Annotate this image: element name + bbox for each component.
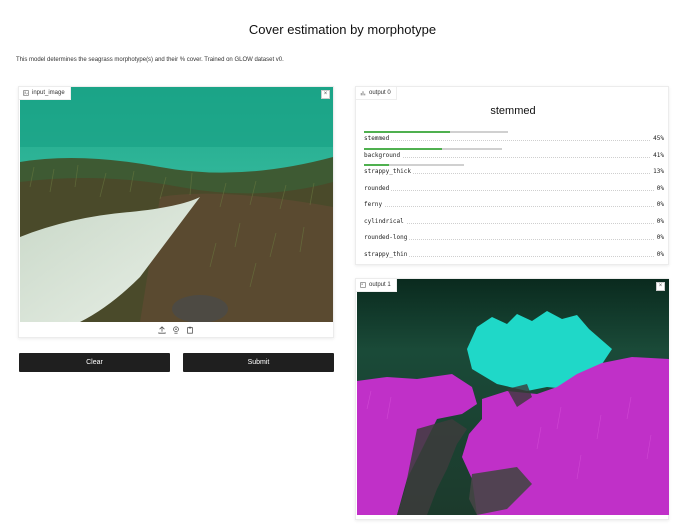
confidence-label: strappy_thin: [364, 250, 410, 258]
confidence-leader: [364, 140, 664, 141]
confidence-label: background: [364, 151, 403, 159]
confidence-label: cylindrical: [364, 217, 406, 225]
confidence-value: 0%: [654, 217, 664, 225]
submit-button[interactable]: Submit: [183, 353, 334, 372]
input-image-label: input_image: [19, 87, 71, 100]
confidence-value: 0%: [654, 184, 664, 192]
confidence-row: background 41%: [364, 146, 664, 163]
input-image-label-text: input_image: [32, 90, 65, 96]
input-image[interactable]: [20, 87, 333, 322]
confidence-leader: [364, 222, 664, 224]
confidence-bar: [364, 147, 502, 150]
webcam-icon[interactable]: [172, 326, 180, 334]
image-icon: [23, 90, 29, 96]
confidence-label: strappy_thick: [364, 168, 413, 175]
confidence-leader: [364, 189, 664, 191]
output-1-label-text: output 1: [369, 282, 391, 288]
confidence-row: cylindrical 0%: [364, 212, 664, 229]
output-1-label: output 1: [356, 279, 397, 292]
confidence-value: 45%: [651, 135, 664, 142]
output-0-label-text: output 0: [369, 90, 391, 96]
clear-output-button[interactable]: ×: [656, 282, 665, 291]
confidence-bar-fill: [364, 147, 442, 150]
clear-button[interactable]: Clear: [19, 353, 170, 372]
segmentation-image: [357, 279, 669, 515]
confidence-leader: [364, 156, 664, 158]
upload-icon[interactable]: [158, 326, 166, 334]
confidence-value: 13%: [651, 168, 664, 175]
confidence-row: rounded-long 0%: [364, 228, 664, 245]
confidence-row: stemmed 45%: [364, 129, 664, 146]
confidence-label: rounded-long: [364, 234, 410, 241]
input-image-panel[interactable]: input_image ×: [18, 86, 334, 338]
confidence-label: ferny: [364, 201, 385, 208]
confidence-bar: [364, 131, 508, 133]
confidence-row: strappy_thick 13%: [364, 162, 664, 179]
bar-chart-icon: [360, 91, 366, 96]
clipboard-icon[interactable]: [186, 326, 194, 334]
confidence-row: strappy_thin 0%: [364, 245, 664, 262]
confidence-value: 0%: [654, 250, 664, 258]
output-1-panel: output 1 ×: [355, 278, 669, 520]
confidence-list: stemmed 45% background 41% strappy_thick 13% r…: [364, 129, 664, 261]
image-source-toolbar: [19, 323, 333, 337]
page-description: This model determines the seagrass morph…: [16, 57, 284, 63]
page-title: Cover estimation by morphotype: [248, 22, 437, 37]
confidence-value: 0%: [654, 201, 664, 208]
image-icon: [360, 282, 366, 288]
confidence-row: ferny 0%: [364, 195, 664, 212]
confidence-bar-fill: [364, 164, 389, 166]
output-0-label: output 0: [356, 87, 397, 100]
confidence-label: stemmed: [364, 135, 392, 142]
confidence-bar-fill: [364, 131, 450, 133]
confidence-bar: [364, 164, 464, 166]
clear-image-button[interactable]: ×: [321, 90, 330, 99]
confidence-row: rounded 0%: [364, 179, 664, 196]
confidence-label: rounded: [364, 184, 392, 192]
predicted-label: stemmed: [490, 105, 536, 117]
output-0-panel: output 0 stemmed stemmed 45% background 41%…: [355, 86, 669, 265]
confidence-value: 41%: [651, 151, 664, 159]
confidence-leader: [364, 206, 664, 207]
confidence-value: 0%: [654, 234, 664, 241]
